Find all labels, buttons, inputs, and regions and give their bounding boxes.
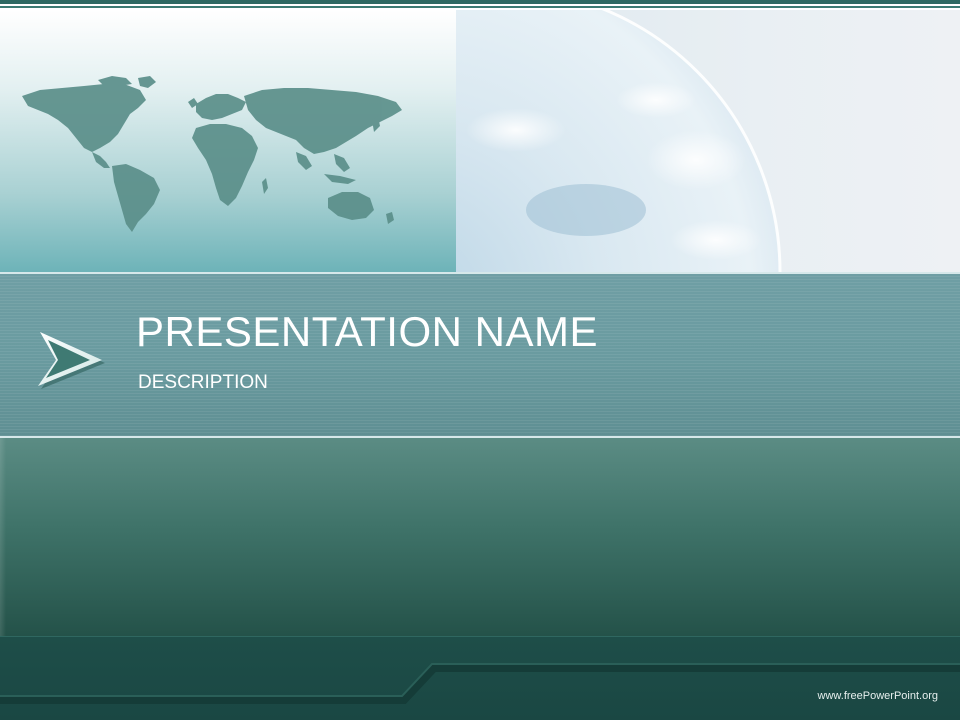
footer-credit: www.freePowerPoint.org bbox=[817, 690, 938, 702]
presentation-title: PRESENTATION NAME bbox=[136, 308, 598, 355]
top-rule bbox=[0, 0, 960, 10]
map-panel bbox=[0, 10, 456, 272]
content-area bbox=[0, 438, 960, 636]
footer-line-decoration bbox=[0, 636, 960, 704]
globe-panel bbox=[456, 10, 960, 272]
footer: www.freePowerPoint.org bbox=[0, 636, 960, 720]
presentation-description: DESCRIPTION bbox=[138, 372, 268, 393]
earth-globe-icon bbox=[456, 10, 782, 272]
left-edge-highlight bbox=[0, 438, 6, 636]
world-map-icon bbox=[22, 76, 402, 232]
title-band: PRESENTATION NAME DESCRIPTION bbox=[0, 272, 960, 438]
slide: PRESENTATION NAME DESCRIPTION www.freePo… bbox=[0, 0, 960, 720]
chevron-arrow-icon bbox=[38, 332, 105, 389]
